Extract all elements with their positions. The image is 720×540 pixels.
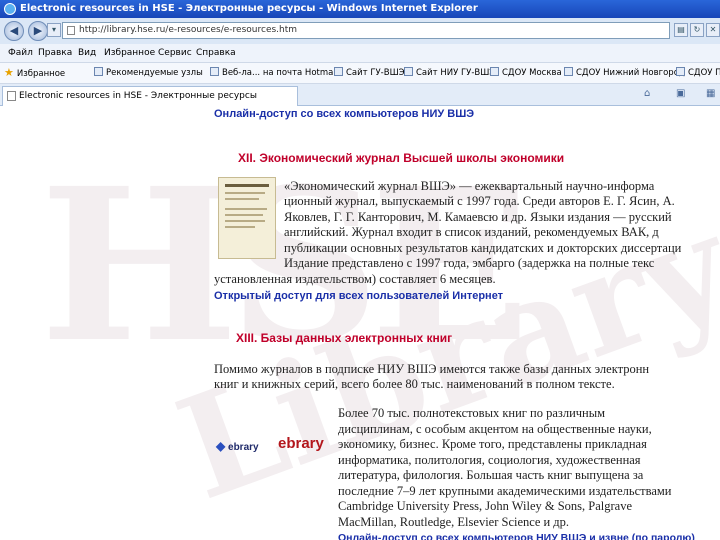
favorites-bar: ★ Избранное Рекомендуемые узлы Веб-ла... … <box>0 62 720 84</box>
ebrary-logo-small[interactable]: ◆ ebrary <box>216 439 259 453</box>
address-field[interactable]: http://library.hse.ru/e-resources/e-reso… <box>62 22 670 39</box>
address-url: http://library.hse.ru/e-resources/e-reso… <box>79 25 298 35</box>
refresh-icon[interactable]: ↻ <box>690 23 704 37</box>
forward-button[interactable]: ▶ <box>28 21 48 41</box>
window-title: Electronic resources in HSE - Электронны… <box>20 3 478 14</box>
favorite-link[interactable]: СДОУ П <box>676 63 720 83</box>
ebrary-text-line: экономику, бизнес. Кроме того, представл… <box>338 437 647 451</box>
back-button[interactable]: ◀ <box>4 21 24 41</box>
window-titlebar: Electronic resources in HSE - Электронны… <box>0 0 720 18</box>
ebooks-intro-line: книг и книжных серий, всего более 80 тыс… <box>214 377 615 391</box>
ebrary-text-line: последние 7–9 лет крупными академическим… <box>338 484 672 498</box>
journal-text-line: Яковлев, Г. Г. Канторович, М. Камаевсю и… <box>284 210 672 224</box>
page-icon <box>210 67 219 76</box>
home-icon[interactable]: ⌂ <box>644 88 650 99</box>
favorite-link[interactable]: Сайт ГУ-ВШЭ <box>334 63 405 83</box>
tab-row: Electronic resources in HSE - Электронны… <box>0 84 720 106</box>
journal-text-line: публикации основных результатов кандидат… <box>284 241 682 255</box>
menu-bar: Файл Правка Вид Избранное Сервис Справка <box>0 44 720 62</box>
print-icon[interactable]: ▦ <box>706 88 715 99</box>
menu-help[interactable]: Справка <box>196 44 236 62</box>
ebrary-text-line: MacMillan, Routledge, Elsevier Science и… <box>338 515 570 529</box>
page-icon <box>67 26 75 35</box>
favorites-button[interactable]: ★ Избранное <box>4 63 65 84</box>
menu-tools[interactable]: Сервис <box>158 44 192 62</box>
journal-text-line: ционный журнал, выпускаемый с 1997 года.… <box>284 194 675 208</box>
stop-icon[interactable]: ✕ <box>706 23 720 37</box>
menu-view[interactable]: Вид <box>78 44 96 62</box>
page-icon <box>94 67 103 76</box>
page-icon <box>334 67 343 76</box>
internet-explorer-icon <box>4 3 16 15</box>
online-access-link[interactable]: Онлайн-доступ со всех компьютеров НИУ ВШ… <box>214 108 474 120</box>
ebrary-access-link[interactable]: Онлайн-доступ со всех компьютеров НИУ ВШ… <box>338 532 695 540</box>
journal-text-line: «Экономический журнал ВШЭ» — ежекварталь… <box>284 179 655 193</box>
ebrary-logo[interactable]: ebrary <box>278 435 324 452</box>
star-icon: ★ <box>4 66 14 79</box>
journal-text-line: Издание представлено с 1997 года, эмбарг… <box>284 256 655 270</box>
section-12-heading: XII. Экономический журнал Высшей школы э… <box>238 151 565 165</box>
menu-favorites[interactable]: Избранное <box>104 44 155 62</box>
favorite-link[interactable]: Веб-ла... на почта Hotmail <box>210 63 338 83</box>
ebrary-text-line: литература, филология. Большая часть кни… <box>338 468 644 482</box>
menu-edit[interactable]: Правка <box>38 44 72 62</box>
favorite-link[interactable]: Сайт НИУ ГУ-ВШЭ <box>404 63 495 83</box>
address-toolbar: ◀ ▶ ▾ http://library.hse.ru/e-resources/… <box>0 18 720 44</box>
favorite-link[interactable]: СДОУ Москва <box>490 63 562 83</box>
menu-file[interactable]: Файл <box>8 44 33 62</box>
ebrary-text-line: информатика, политология, социология, ху… <box>338 453 641 467</box>
journal-cover-image <box>218 177 276 259</box>
open-access-link[interactable]: Открытый доступ для всех пользователей И… <box>214 290 503 302</box>
recent-pages-dropdown-icon[interactable]: ▾ <box>47 23 61 37</box>
ebrary-text-line: дисциплинам, с особым акцентом на общест… <box>338 422 652 436</box>
page-icon <box>7 91 16 101</box>
feeds-icon[interactable]: ▣ <box>676 88 685 99</box>
journal-text-line: английский. Журнал входит в список издан… <box>284 225 659 239</box>
favorite-link[interactable]: Рекомендуемые узлы <box>94 63 203 83</box>
page-icon <box>676 67 685 76</box>
page-icon <box>404 67 413 76</box>
journal-text-line: установленная издательством) составляет … <box>214 272 496 286</box>
ebooks-intro-line: Помимо журналов в подписке НИУ ВШЭ имеют… <box>214 362 650 376</box>
tab-electronic-resources[interactable]: Electronic resources in HSE - Электронны… <box>2 86 298 106</box>
page-content: HSE Library Онлайн-доступ со всех компью… <box>0 106 720 540</box>
section-13-heading: XIII. Базы данных электронных книг <box>236 331 453 345</box>
compatibility-view-icon[interactable]: ▤ <box>674 23 688 37</box>
ebrary-text-line: Cambridge University Press, John Wiley &… <box>338 499 633 513</box>
page-icon <box>490 67 499 76</box>
favorite-link[interactable]: СДОУ Нижний Новгород <box>564 63 685 83</box>
page-icon <box>564 67 573 76</box>
ebrary-text-line: Более 70 тыс. полнотекстовых книг по раз… <box>338 406 606 420</box>
